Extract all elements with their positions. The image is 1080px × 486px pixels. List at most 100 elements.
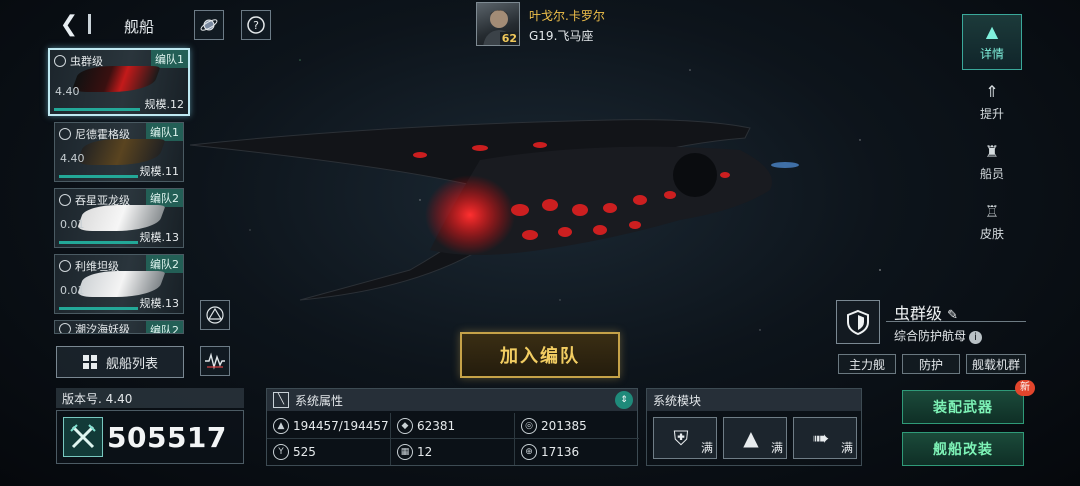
module-slot-1[interactable]: ⛨ 满 (653, 417, 717, 459)
combat-power-value: 505517 (107, 421, 227, 454)
ship-modify-button[interactable]: 舰船改装 (902, 432, 1024, 466)
fleet-badge: 编队2 (146, 321, 183, 333)
title-divider (88, 14, 102, 34)
ship-card-progress (59, 175, 139, 178)
help-button[interactable]: ? (241, 10, 271, 40)
attributes-panel: ╲ 系统属性 ⇕ ▲ 194457/194457 ◆ 62381 ◎ 20138… (266, 388, 639, 466)
ship-card-2[interactable]: 尼德霍格级 编队1 4.40 规模.11 (54, 122, 184, 182)
ship-list-label: 舰船列表 (105, 356, 158, 372)
question-icon: ? (247, 16, 265, 34)
join-fleet-button[interactable]: 加入编队 (460, 332, 620, 378)
ship-list-button[interactable]: 舰船列表 (56, 346, 184, 378)
grid-menu-icon (82, 355, 97, 369)
ship-card-5[interactable]: 潮汐海妖级 编队2 (54, 320, 184, 334)
waveform-button[interactable] (200, 346, 230, 376)
ship-card-scale: 规模.12 (144, 98, 185, 111)
attr-value: 62381 (417, 418, 456, 433)
modules-panel: 系统模块 ⛨ 满 ▲ 满 ➠ 满 (646, 388, 862, 466)
ship-card-version: 0.01 (60, 284, 85, 297)
tab-upgrade[interactable]: ⇑ 提升 (962, 74, 1022, 130)
ship-card-4[interactable]: 利维坦级 编队2 0.01 规模.13 (54, 254, 184, 314)
module-slot-3[interactable]: ➠ 满 (793, 417, 857, 459)
module-status: 满 (700, 441, 713, 455)
upgrade-arrows-icon: ⇑ (985, 81, 999, 101)
crosshair-small-icon (59, 194, 71, 206)
ship-thumbnail (76, 205, 166, 231)
tab-label: 船员 (979, 166, 1004, 181)
ship-card-progress (59, 307, 139, 310)
commander-level: 62 (499, 32, 519, 45)
hero-ship-image (189, 119, 799, 301)
attr-armor: ◆ 62381 (391, 413, 515, 439)
ship-card-version: 4.40 (60, 152, 85, 165)
new-badge: 新 (1015, 380, 1035, 396)
target-icon: ⊕ (521, 444, 537, 460)
attr-grid: ▦ 12 (391, 439, 515, 465)
crew-icon: ♜ (984, 141, 1000, 161)
ship-card-name: 潮汐海妖级 (75, 323, 130, 334)
back-button[interactable]: ❮ (56, 12, 82, 38)
ship-class-emblem (836, 300, 880, 344)
attr-shield: ◎ 201385 (515, 413, 639, 439)
page-title: 舰船 (124, 18, 155, 36)
attr-hull: ▲ 194457/194457 (267, 413, 391, 439)
modules-title: 系统模块 (647, 389, 861, 411)
ship-card-scale: 规模.13 (139, 231, 180, 244)
shield-plus-icon: ⛨ (673, 426, 689, 450)
equip-weapons-button[interactable]: 装配武器 (902, 390, 1024, 424)
planet-button[interactable] (194, 10, 224, 40)
tab-label: 皮肤 (979, 226, 1004, 241)
ship-thumbnail (76, 271, 166, 297)
tag-carrier-wing: 舰载机群 (966, 354, 1026, 374)
tab-details[interactable]: ▲ 详情 (962, 14, 1022, 70)
commander-name: 叶戈尔.卡罗尔 (529, 9, 605, 23)
attributes-title: 系统属性 (295, 393, 344, 408)
module-status: 满 (840, 441, 853, 455)
ship-card-1[interactable]: 虫群级 编队1 4.40 规模.12 (48, 48, 190, 116)
attributes-header: ╲ 系统属性 ⇕ (267, 389, 637, 411)
attr-value: 525 (293, 445, 316, 459)
module-slot-2[interactable]: ▲ 满 (723, 417, 787, 459)
chevron-left-icon: ❮ (59, 12, 79, 37)
attr-value: 12 (417, 445, 433, 459)
module-status: 满 (770, 441, 783, 455)
ship-thumbnail (71, 66, 161, 92)
shield-small-icon (59, 260, 71, 272)
crosshair-small-icon (59, 128, 71, 140)
tab-crew[interactable]: ♜ 船员 (962, 134, 1022, 190)
ship-card-version: 4.40 (55, 85, 80, 98)
ship-card-version: 0.01 (60, 218, 85, 231)
ship-card-3[interactable]: 吞星亚龙级 编队2 0.01 规模.13 (54, 188, 184, 248)
attr-target: ⊕ 17136 (515, 439, 639, 465)
armor-icon: ◆ (397, 417, 413, 434)
ship-type-text: 综合防护航母 (894, 329, 967, 343)
ship-thumbnail (76, 139, 166, 165)
crossed-swords-icon (63, 417, 103, 457)
combat-power-panel: 505517 (56, 410, 244, 464)
ship-type: 综合防护航母 i (894, 327, 983, 344)
attr-value: 201385 (541, 418, 587, 433)
shield-stat-icon: ◎ (521, 417, 537, 434)
tab-skin[interactable]: ♖ 皮肤 (962, 194, 1022, 250)
info-icon[interactable]: i (969, 331, 983, 344)
tab-label: 详情 (979, 46, 1004, 61)
speed-icon: Y (273, 444, 289, 460)
skin-icon: ♖ (984, 201, 1000, 221)
attr-value: 17136 (541, 445, 580, 459)
grid-icon: ▦ (397, 444, 413, 460)
tag-defense: 防护 (902, 354, 960, 374)
tag-capital-ship: 主力舰 (838, 354, 896, 374)
ship-card-scale: 规模.11 (139, 165, 180, 178)
svg-text:?: ? (253, 19, 259, 32)
expand-toggle-icon[interactable]: ⇕ (615, 391, 633, 409)
attr-value: 194457/194457 (293, 418, 389, 433)
version-label: 版本号. 4.40 (56, 388, 244, 408)
commander-location: G19.飞马座 (529, 29, 594, 43)
flame-small-icon (59, 323, 71, 333)
ship-card-progress (59, 241, 139, 244)
slash-icon: ╲ (273, 392, 289, 408)
commander-avatar[interactable]: 62 (476, 2, 520, 46)
divider (886, 321, 1026, 322)
mountain-icon: ▲ (743, 426, 759, 450)
hull-icon: ▲ (273, 417, 289, 434)
